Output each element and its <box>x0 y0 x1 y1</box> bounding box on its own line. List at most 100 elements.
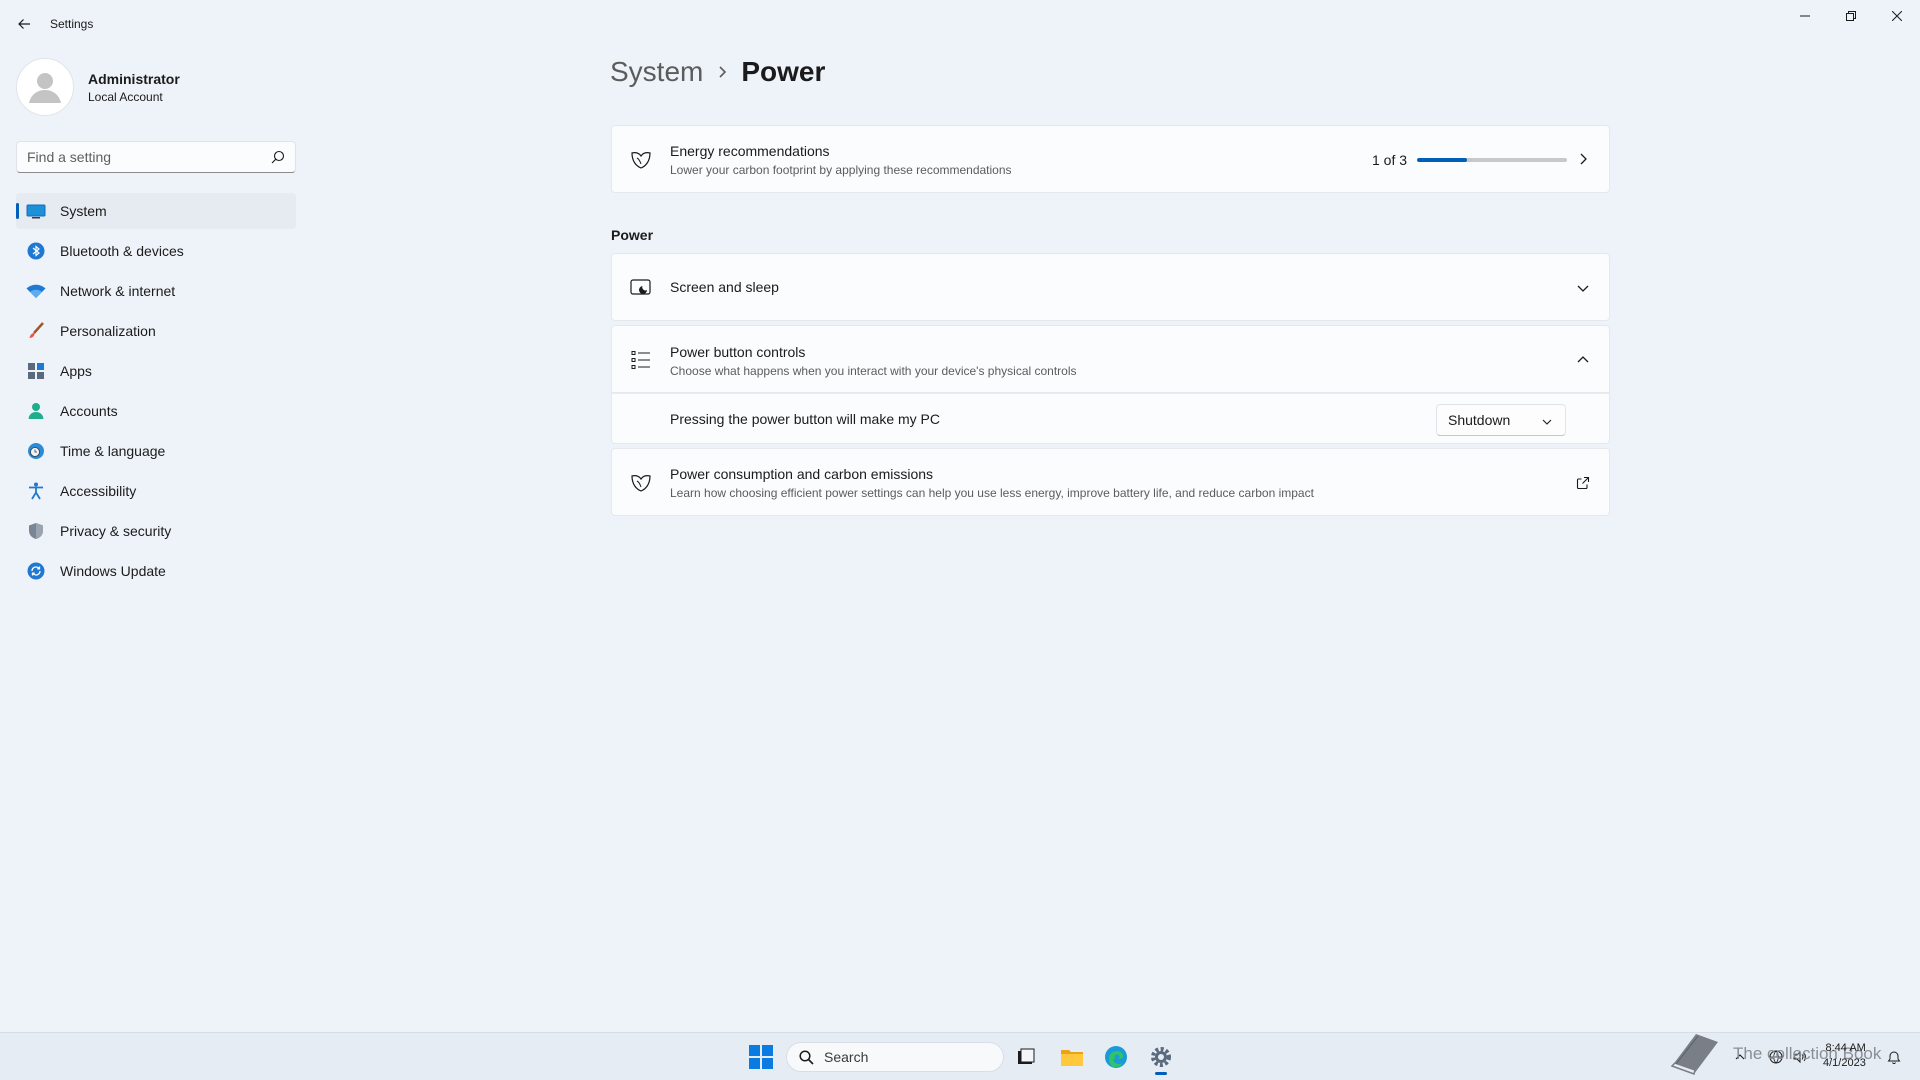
sidebar-item-label: System <box>60 203 107 219</box>
start-button[interactable] <box>745 1041 777 1073</box>
title-bar: Settings <box>0 0 1920 48</box>
sidebar-item-label: Windows Update <box>60 563 166 579</box>
profile-card[interactable]: Administrator Local Account <box>16 56 296 116</box>
windows-logo-icon <box>749 1058 760 1069</box>
chevron-right-icon <box>717 65 727 79</box>
sidebar-item-network[interactable]: Network & internet <box>16 273 296 309</box>
search-input[interactable] <box>27 149 267 165</box>
minimize-button[interactable] <box>1782 0 1828 32</box>
notification-icon <box>1887 1051 1901 1064</box>
brush-icon <box>26 321 46 341</box>
power-button-row-label: Pressing the power button will make my P… <box>670 411 940 427</box>
energy-progress-label: 1 of 3 <box>1372 152 1408 168</box>
taskbar-search-label: Search <box>824 1049 869 1065</box>
back-button[interactable] <box>12 12 36 36</box>
list-icon <box>629 348 653 372</box>
power-button-controls-card[interactable]: Power button controls Choose what happen… <box>611 325 1610 393</box>
profile-name: Administrator <box>88 71 180 87</box>
energy-progress-fill <box>1417 158 1467 162</box>
accessibility-icon <box>26 481 46 501</box>
page-title: Power <box>741 56 826 87</box>
close-icon <box>1892 11 1902 21</box>
taskbar-edge[interactable] <box>1100 1041 1132 1073</box>
sidebar-item-privacy-security[interactable]: Privacy & security <box>16 513 296 549</box>
search-icon <box>271 150 285 167</box>
power-button-action-row: Pressing the power button will make my P… <box>611 393 1610 444</box>
minimize-icon <box>1800 15 1810 17</box>
power-section-heading: Power <box>611 227 654 243</box>
clock-time: 8:44 AM <box>1825 1042 1866 1054</box>
taskbar-search[interactable]: Search <box>786 1042 1004 1072</box>
sidebar-item-time-language[interactable]: Time & language <box>16 433 296 469</box>
sidebar-item-label: Time & language <box>60 443 166 459</box>
bluetooth-icon <box>26 241 46 261</box>
chevron-down-icon[interactable] <box>1573 278 1593 298</box>
leaf-heart-icon <box>629 148 653 172</box>
sidebar-item-apps[interactable]: Apps <box>16 353 296 389</box>
windows-logo-icon <box>762 1045 773 1056</box>
power-consumption-card[interactable]: Power consumption and carbon emissions L… <box>611 448 1610 516</box>
app-title: Settings <box>50 17 94 31</box>
windows-logo-icon <box>749 1045 760 1056</box>
sidebar-item-personalization[interactable]: Personalization <box>16 313 296 349</box>
wifi-icon <box>26 281 46 301</box>
consumption-subtitle: Learn how choosing efficient power setti… <box>670 486 1314 500</box>
taskbar-file-explorer[interactable] <box>1056 1041 1088 1073</box>
folder-icon <box>1061 1050 1083 1066</box>
windows-logo-icon <box>762 1058 773 1069</box>
power-button-title: Power button controls <box>670 344 806 360</box>
taskbar-settings[interactable] <box>1145 1041 1177 1075</box>
book-watermark-icon <box>1666 1028 1722 1078</box>
apps-icon <box>26 361 46 381</box>
dropdown-selected-value: Shutdown <box>1448 412 1511 428</box>
sidebar-item-windows-update[interactable]: Windows Update <box>16 553 296 589</box>
task-view-icon <box>1018 1048 1035 1064</box>
system-icon <box>26 201 46 221</box>
avatar <box>16 58 74 116</box>
power-button-action-dropdown[interactable]: Shutdown <box>1436 404 1566 436</box>
clock-date: 4/1/2023 <box>1823 1057 1866 1069</box>
sidebar-item-label: Apps <box>60 363 92 379</box>
power-button-subtitle: Choose what happens when you interact wi… <box>670 364 1077 378</box>
restore-button[interactable] <box>1828 0 1874 32</box>
sidebar-item-label: Personalization <box>60 323 156 339</box>
sidebar-item-label: Network & internet <box>60 283 176 299</box>
consumption-title: Power consumption and carbon emissions <box>670 466 934 482</box>
taskbar-task-view[interactable] <box>1010 1041 1042 1073</box>
chevron-up-icon[interactable] <box>1573 350 1593 370</box>
restore-icon <box>1846 11 1856 21</box>
settings-search[interactable] <box>16 141 296 173</box>
screen-and-sleep-card[interactable]: Screen and sleep <box>611 253 1610 321</box>
chevron-right-icon <box>1573 149 1593 169</box>
energy-progress-bar <box>1417 158 1567 162</box>
back-arrow-icon <box>18 19 30 29</box>
user-silhouette-icon <box>29 73 61 103</box>
energy-recommendations-card[interactable]: Energy recommendations Lower your carbon… <box>611 125 1610 193</box>
sidebar-item-bluetooth[interactable]: Bluetooth & devices <box>16 233 296 269</box>
sidebar-item-accounts[interactable]: Accounts <box>16 393 296 429</box>
close-button[interactable] <box>1874 0 1920 32</box>
breadcrumb: System Power <box>610 56 825 88</box>
tray-notifications[interactable] <box>1884 1043 1904 1071</box>
sidebar-item-label: Accounts <box>60 403 118 419</box>
screen-sleep-icon <box>629 276 653 300</box>
search-icon <box>799 1049 814 1065</box>
energy-title: Energy recommendations <box>670 143 830 159</box>
sidebar-item-label: Bluetooth & devices <box>60 243 184 259</box>
taskbar: Search <box>0 1032 1920 1080</box>
external-link-icon[interactable] <box>1573 473 1593 493</box>
person-icon <box>26 401 46 421</box>
shield-icon <box>26 521 46 541</box>
sidebar-item-label: Privacy & security <box>60 523 172 539</box>
screen-sleep-title: Screen and sleep <box>670 279 779 295</box>
sidebar-item-system[interactable]: System <box>16 193 296 229</box>
breadcrumb-parent[interactable]: System <box>610 56 703 88</box>
sidebar-item-accessibility[interactable]: Accessibility <box>16 473 296 509</box>
energy-subtitle: Lower your carbon footprint by applying … <box>670 163 1012 177</box>
profile-account-type: Local Account <box>88 90 163 104</box>
leaf-heart-icon <box>629 471 653 495</box>
taskbar-clock[interactable]: 8:44 AM 4/1/2023 <box>1823 1041 1866 1071</box>
chevron-down-icon <box>1541 414 1553 430</box>
globe-clock-icon <box>26 441 46 461</box>
edge-browser-icon <box>1105 1046 1127 1068</box>
